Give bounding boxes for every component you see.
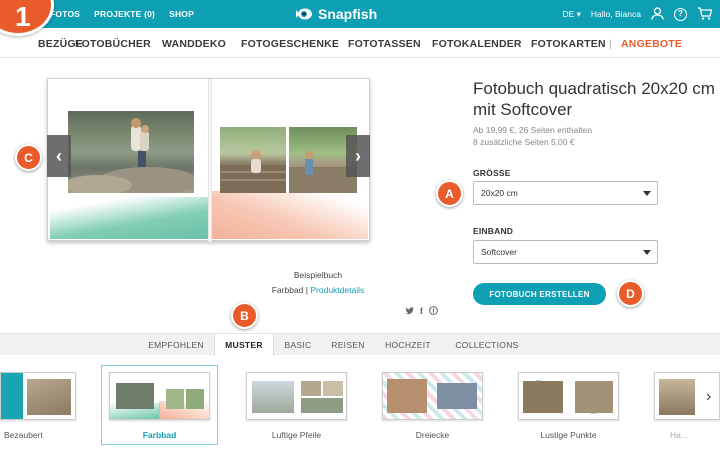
user-icon[interactable] (651, 6, 664, 22)
teal-band (1, 373, 23, 419)
category-fototassen[interactable]: FOTOTASSEN (348, 38, 421, 50)
marker-b: B (231, 302, 258, 329)
thumb-photo (252, 381, 294, 413)
social-share: f (405, 306, 438, 317)
theme-thumb-farbbad[interactable] (109, 372, 210, 420)
product-details-link[interactable]: Produktdetails (310, 285, 364, 295)
left-page (50, 81, 208, 239)
help-icon[interactable]: ? (674, 7, 687, 21)
thumb-photo (116, 383, 154, 409)
nav-shop[interactable]: SHOP (169, 9, 194, 19)
brand-name: Snapfish (318, 6, 378, 22)
chevron-left-icon: ‹ (56, 145, 62, 166)
thumb-photo (323, 381, 343, 396)
category-separator: | (609, 38, 612, 50)
green-wash-decoration (50, 197, 208, 239)
create-photobook-button[interactable]: FOTOBUCH ERSTELLEN (473, 283, 606, 305)
product-title: Fotobuch quadratisch 20x20 cm mit Softco… (473, 79, 715, 119)
tab-reisen[interactable]: REISEN (322, 334, 374, 356)
pink-wash-decoration (212, 191, 368, 239)
top-bar: FOTOS PROJEKTE (0) SHOP Snapfish DE ▾ Ha… (0, 0, 720, 28)
prev-page-button[interactable]: ‹ (47, 135, 71, 177)
category-angebote[interactable]: ANGEBOTE (621, 38, 682, 50)
price-line-2: 8 zusätzliche Seiten 5,00 € (473, 137, 575, 147)
marker-d: D (617, 280, 644, 307)
theme-label-farbbad[interactable]: Farbbad (109, 430, 210, 440)
nav-projekte[interactable]: PROJEKTE (0) (94, 9, 155, 19)
theme-thumb-dreiecke[interactable] (382, 372, 483, 420)
twitter-icon[interactable] (405, 306, 414, 317)
sample-book-caption: Beispielbuch (293, 270, 343, 280)
theme-strip: Bezaubert Farbbad Luftige Pfeile Dreieck… (0, 358, 720, 470)
thumb-photo (387, 379, 427, 413)
thumb-photo (166, 389, 184, 409)
style-name: Farbbad (271, 285, 304, 295)
marker-a: A (436, 180, 463, 207)
binding-label: EINBAND (473, 226, 514, 236)
price-line-1: Ab 19,99 €, 26 Seiten enthalten (473, 125, 593, 135)
step-number: 1 (15, 1, 31, 32)
theme-label-bezaubert[interactable]: Bezaubert (4, 430, 54, 440)
category-nav: BEZÜGE FOTOBÜCHER WANDDEKO FOTOGESCHENKE… (0, 32, 720, 58)
language-label: DE (562, 8, 575, 19)
category-fotogeschenke[interactable]: FOTOGESCHENKE (241, 38, 339, 50)
left-photo (64, 111, 198, 195)
tab-empfohlen[interactable]: EMPFOHLEN (140, 334, 212, 356)
brand-logo[interactable]: Snapfish (296, 4, 377, 24)
thumb-photo (301, 398, 343, 413)
step-badge: 1 (0, 0, 54, 36)
theme-label-dreiecke[interactable]: Dreiecke (382, 430, 483, 440)
tab-basic[interactable]: BASIC (276, 334, 320, 356)
marker-c: C (15, 144, 42, 171)
category-fotobuecher[interactable]: FOTOBÜCHER (75, 38, 151, 50)
thumb-photo (437, 383, 477, 409)
thumb-photo (27, 379, 71, 415)
style-caption: Farbbad | Produktdetails (258, 285, 378, 295)
binding-value: Softcover (481, 247, 517, 257)
category-fotokarten[interactable]: FOTOKARTEN (531, 38, 606, 50)
chevron-right-icon: › (355, 145, 361, 166)
price-info: Ab 19,99 €, 26 Seiten enthalten 8 zusätz… (473, 124, 592, 148)
right-photo-1 (220, 127, 286, 193)
chevron-down-icon (643, 250, 651, 255)
cart-icon[interactable] (697, 6, 713, 22)
pinterest-icon[interactable] (429, 306, 438, 317)
thumb-photo (186, 389, 204, 409)
facebook-icon[interactable]: f (420, 306, 423, 317)
greeting: Hallo, Bianca (590, 9, 641, 19)
theme-thumb-luftige-pfeile[interactable] (246, 372, 347, 420)
size-value: 20x20 cm (481, 188, 518, 198)
thumb-photo (575, 381, 613, 413)
photo-book-spread (47, 78, 370, 242)
size-label: GRÖSSE (473, 168, 511, 178)
chevron-right-icon[interactable]: › (706, 388, 711, 406)
thumb-photo (301, 381, 321, 396)
theme-tabs: EMPFOHLEN MUSTER BASIC REISEN HOCHZEIT C… (0, 333, 720, 356)
tab-hochzeit[interactable]: HOCHZEIT (376, 334, 440, 356)
tab-muster[interactable]: MUSTER (214, 334, 274, 356)
next-page-button[interactable]: › (346, 135, 370, 177)
chevron-down-icon (643, 191, 651, 196)
right-page (212, 81, 368, 239)
fish-logo-icon (296, 7, 314, 21)
category-fotokalender[interactable]: FOTOKALENDER (432, 38, 522, 50)
size-select[interactable]: 20x20 cm (473, 181, 658, 205)
book-preview (47, 78, 370, 242)
thumb-photo (523, 381, 563, 413)
language-select[interactable]: DE ▾ (562, 9, 580, 20)
theme-thumb-bezaubert[interactable] (0, 372, 76, 420)
theme-label-lustige-punkte[interactable]: Lustige Punkte (518, 430, 619, 440)
theme-thumb-lustige-punkte[interactable] (518, 372, 619, 420)
theme-label-luftige-pfeile[interactable]: Luftige Pfeile (246, 430, 347, 440)
category-wanddeko[interactable]: WANDDEKO (162, 38, 226, 50)
thumb-photo (659, 379, 695, 415)
account-nav: DE ▾ Hallo, Bianca ? (562, 0, 713, 28)
theme-label-partial[interactable]: Ha... (670, 430, 710, 440)
binding-select[interactable]: Softcover (473, 240, 658, 264)
caption-separator: | (305, 285, 308, 295)
nav-fotos[interactable]: FOTOS (50, 9, 80, 19)
tab-collections[interactable]: COLLECTIONS (444, 334, 530, 356)
top-nav: FOTOS PROJEKTE (0) SHOP (50, 0, 194, 28)
